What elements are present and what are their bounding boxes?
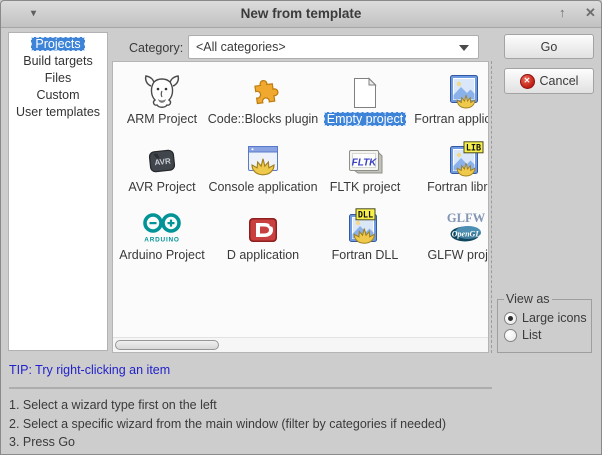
fltk-key-icon: FLTK bbox=[344, 136, 386, 178]
instruction-line: 3. Press Go bbox=[9, 433, 446, 452]
template-item-label: ARM Project bbox=[124, 112, 200, 126]
sidebar-item-label: Build targets bbox=[19, 54, 96, 68]
template-item-code-blocks-plugin[interactable]: Code::Blocks plugin bbox=[207, 68, 319, 136]
svg-text:DLL: DLL bbox=[357, 211, 372, 221]
svg-text:ARDUINO: ARDUINO bbox=[144, 237, 179, 244]
shade-icon[interactable]: ↑ bbox=[559, 5, 566, 20]
title-bar: ▾ New from template ↑ ✕ bbox=[1, 1, 601, 28]
template-item-label: Fortran application bbox=[411, 112, 488, 126]
template-item-fortran-dll[interactable]: DLL Fortran DLL bbox=[319, 204, 411, 272]
template-item-arduino-project[interactable]: ARDUINO Arduino Project bbox=[117, 204, 207, 272]
category-label: Category: bbox=[129, 41, 183, 55]
radio-button-icon[interactable] bbox=[504, 329, 517, 342]
template-item-label: Fortran DLL bbox=[329, 248, 402, 262]
template-grid: ARM Project Code::Blocks plugin Empty pr… bbox=[113, 62, 488, 337]
view-as-options: Large icons List bbox=[504, 311, 591, 342]
radio-label: Large icons bbox=[522, 311, 587, 325]
template-item-label: Arduino Project bbox=[116, 248, 207, 262]
sidebar-item-label: Custom bbox=[32, 88, 83, 102]
sidebar-item-projects[interactable]: Projects bbox=[9, 36, 107, 53]
view-as-group: View as Large icons List bbox=[497, 292, 592, 353]
template-item-label: Fortran library bbox=[424, 180, 488, 194]
template-item-arm-project[interactable]: ARM Project bbox=[117, 68, 207, 136]
template-item-label: Code::Blocks plugin bbox=[205, 112, 321, 126]
template-item-label: GLFW project bbox=[424, 248, 488, 262]
avr-chip-icon: AVR bbox=[144, 136, 180, 178]
instructions: 1. Select a wizard type first on the lef… bbox=[9, 396, 446, 452]
fortran-lib-icon: LIB bbox=[448, 136, 485, 178]
template-item-d-application[interactable]: D application bbox=[207, 204, 319, 272]
go-button-label: Go bbox=[541, 40, 558, 54]
template-item-fltk-project[interactable]: FLTK FLTK project bbox=[319, 136, 411, 204]
svg-text:AVR: AVR bbox=[154, 157, 171, 168]
svg-text:GLFW: GLFW bbox=[447, 211, 486, 225]
template-item-avr-project[interactable]: AVR AVR Project bbox=[117, 136, 207, 204]
template-item-label: AVR Project bbox=[125, 180, 198, 194]
sidebar-item-label: Projects bbox=[31, 37, 84, 51]
wizard-type-list: Projects Build targets Files Custom User… bbox=[8, 32, 108, 351]
view-as-option-list[interactable]: List bbox=[504, 328, 591, 342]
template-item-label: Empty project bbox=[324, 112, 406, 126]
separator-line bbox=[9, 387, 492, 389]
horizontal-scrollbar[interactable] bbox=[113, 337, 488, 352]
sidebar-item-label: User templates bbox=[12, 105, 104, 119]
template-item-empty-project[interactable]: Empty project bbox=[319, 68, 411, 136]
view-as-option-large-icons[interactable]: Large icons bbox=[504, 311, 591, 325]
instruction-line: 1. Select a wizard type first on the lef… bbox=[9, 396, 446, 415]
view-as-legend: View as bbox=[504, 292, 552, 306]
fortran-app-icon bbox=[448, 68, 484, 110]
go-button[interactable]: Go bbox=[504, 34, 594, 59]
arduino-infinity-icon: ARDUINO bbox=[138, 204, 186, 246]
template-item-label: Console application bbox=[205, 180, 320, 194]
sidebar-item-build-targets[interactable]: Build targets bbox=[9, 53, 107, 70]
gnu-head-icon bbox=[142, 68, 182, 110]
sidebar-item-user-templates[interactable]: User templates bbox=[9, 104, 107, 121]
svg-text:FLTK: FLTK bbox=[352, 158, 378, 169]
console-shell-icon bbox=[244, 136, 282, 178]
category-select[interactable]: <All categories> bbox=[188, 35, 479, 59]
cancel-button-label: Cancel bbox=[540, 74, 579, 88]
chevron-down-icon bbox=[459, 45, 469, 51]
radio-button-icon[interactable] bbox=[504, 312, 517, 325]
sidebar-item-label: Files bbox=[41, 71, 75, 85]
scrollbar-thumb[interactable] bbox=[115, 340, 219, 350]
cancel-button[interactable]: ✕ Cancel bbox=[504, 68, 594, 94]
glfw-opengl-icon: GLFW OpenGL bbox=[443, 204, 488, 246]
svg-text:OpenGL: OpenGL bbox=[452, 230, 481, 239]
window-title: New from template bbox=[1, 6, 601, 21]
cancel-x-icon: ✕ bbox=[520, 74, 535, 89]
sidebar-item-custom[interactable]: Custom bbox=[9, 87, 107, 104]
template-item-fortran-application[interactable]: Fortran application bbox=[411, 68, 488, 136]
tip-text: TIP: Try right-clicking an item bbox=[9, 363, 170, 377]
template-item-console-application[interactable]: Console application bbox=[207, 136, 319, 204]
template-list-panel: ARM Project Code::Blocks plugin Empty pr… bbox=[112, 61, 489, 353]
new-from-template-dialog: { "window": { "title": "New from templat… bbox=[0, 0, 602, 455]
template-item-label: D application bbox=[224, 248, 302, 262]
d-letter-icon bbox=[246, 204, 280, 246]
template-item-fortran-library[interactable]: LIB Fortran library bbox=[411, 136, 488, 204]
template-item-glfw-project[interactable]: GLFW OpenGL GLFW project bbox=[411, 204, 488, 272]
fortran-dll-icon: DLL bbox=[347, 204, 384, 246]
puzzle-piece-icon bbox=[245, 68, 281, 110]
panel-edge-divider bbox=[491, 61, 492, 353]
instruction-line: 2. Select a specific wizard from the mai… bbox=[9, 415, 446, 434]
close-icon[interactable]: ✕ bbox=[585, 5, 596, 21]
template-item-label: FLTK project bbox=[327, 180, 404, 194]
svg-text:LIB: LIB bbox=[465, 144, 480, 154]
sidebar-item-files[interactable]: Files bbox=[9, 70, 107, 87]
radio-label: List bbox=[522, 328, 541, 342]
blank-page-icon bbox=[350, 68, 380, 110]
category-selected-value: <All categories> bbox=[196, 40, 286, 54]
